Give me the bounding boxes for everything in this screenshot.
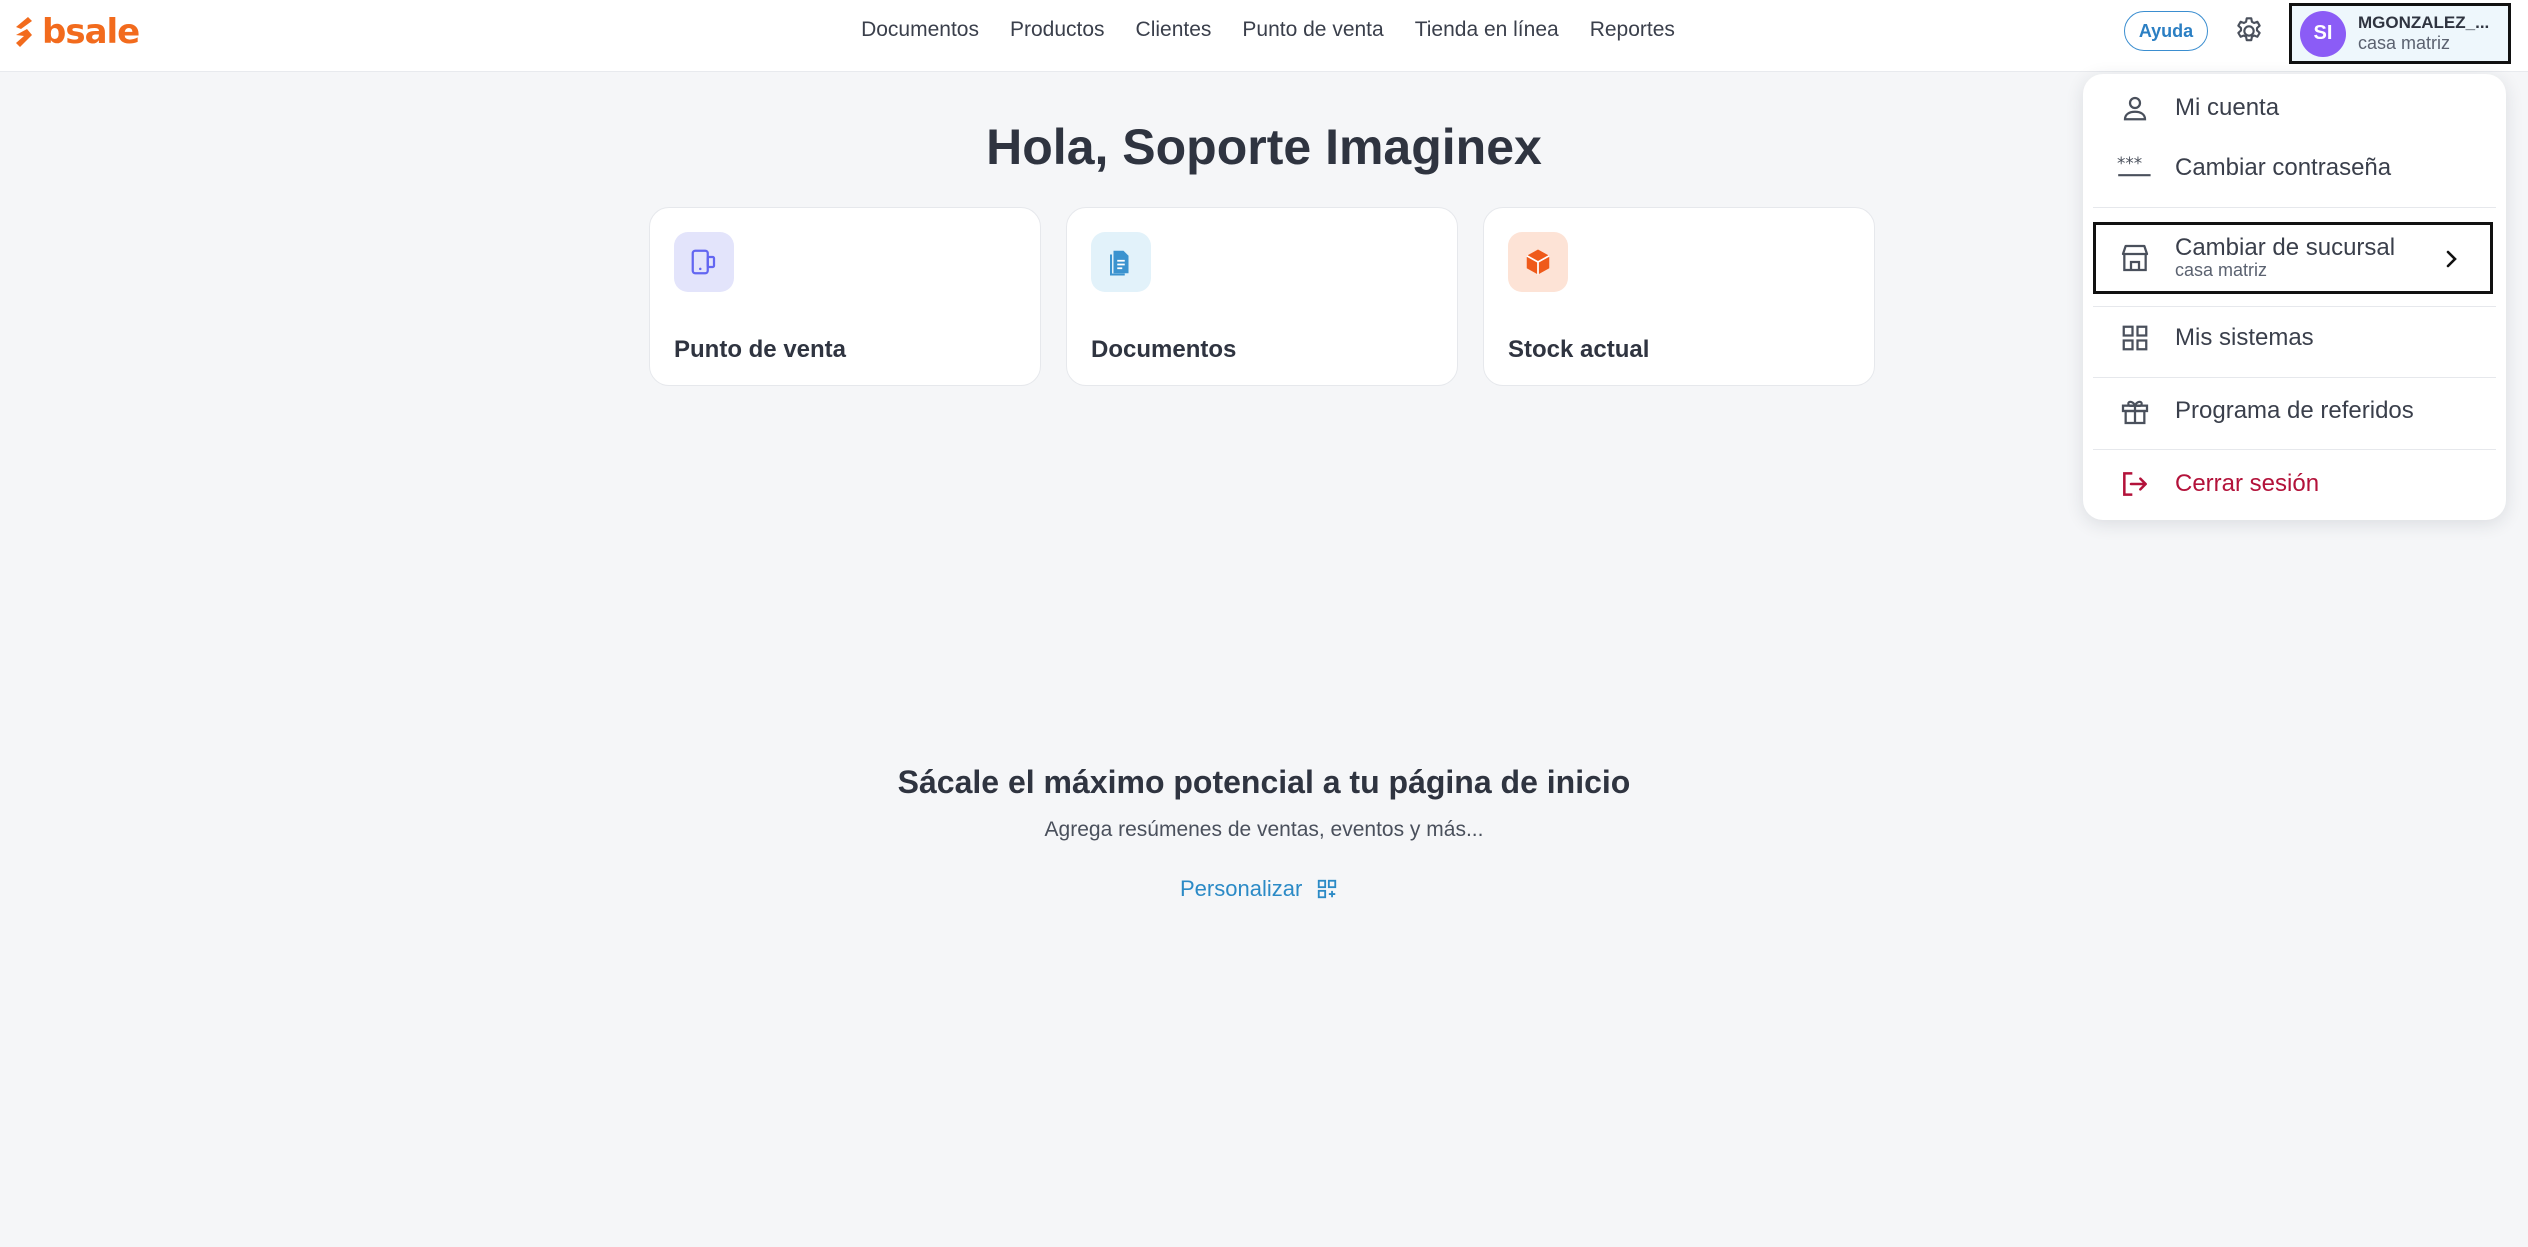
menu-item-programa-referidos[interactable]: Programa de referidos — [2093, 381, 2493, 441]
card-stock-actual[interactable]: Stock actual — [1483, 207, 1875, 386]
nav-reportes[interactable]: Reportes — [1590, 18, 1675, 42]
box-icon — [1508, 232, 1568, 292]
promo-title: Sácale el máximo potencial a tu página d… — [897, 764, 1631, 800]
card-title: Documentos — [1091, 336, 1237, 363]
bsale-logo[interactable]: bsale — [12, 12, 140, 52]
settings-button[interactable] — [2232, 14, 2266, 48]
card-documentos[interactable]: Documentos — [1066, 207, 1458, 386]
menu-label: Mi cuenta — [2175, 94, 2280, 121]
menu-label: Mis sistemas — [2175, 324, 2314, 351]
gift-icon — [2117, 393, 2153, 429]
menu-item-cambiar-sucursal[interactable]: Cambiar de sucursal casa matriz — [2093, 222, 2493, 294]
nav-documentos[interactable]: Documentos — [861, 18, 979, 42]
help-button[interactable]: Ayuda — [2124, 11, 2208, 51]
personalize-label: Personalizar — [1180, 876, 1303, 901]
gear-icon — [2237, 17, 2261, 42]
pos-device-icon — [674, 232, 734, 292]
logo-text: bsale — [42, 12, 140, 52]
logout-icon — [2117, 466, 2153, 502]
document-icon — [1091, 232, 1151, 292]
menu-label: Cambiar de sucursal — [2175, 233, 2396, 261]
promo-subtitle: Agrega resúmenes de ventas, eventos y má… — [1044, 818, 1484, 841]
menu-divider — [2093, 207, 2496, 208]
store-icon — [2117, 240, 2153, 276]
menu-item-cambiar-contrasena[interactable]: *** Cambiar contraseña — [2093, 138, 2493, 198]
svg-text:***: *** — [2117, 153, 2142, 173]
nav-productos[interactable]: Productos — [1010, 18, 1105, 42]
user-menu-button[interactable]: SI MGONZALEZ_... casa matriz — [2289, 3, 2511, 64]
menu-divider — [2093, 377, 2496, 378]
shortcut-cards: Punto de venta Documentos Stock actual — [649, 207, 1875, 386]
nav-tienda-en-linea[interactable]: Tienda en línea — [1415, 18, 1559, 42]
menu-label: Programa de referidos — [2175, 397, 2414, 424]
top-bar: bsale Documentos Productos Clientes Punt… — [0, 0, 2528, 72]
user-dropdown-menu: Mi cuenta *** Cambiar contraseña Cambiar… — [2083, 74, 2506, 520]
user-name: MGONZALEZ_... — [2358, 13, 2490, 33]
grid-icon — [2117, 320, 2153, 356]
menu-item-mis-sistemas[interactable]: Mis sistemas — [2093, 308, 2493, 368]
card-title: Punto de venta — [674, 336, 847, 363]
widgets-add-icon — [1318, 879, 1337, 899]
card-title: Stock actual — [1508, 336, 1650, 363]
menu-divider — [2093, 306, 2496, 307]
menu-item-cerrar-sesion[interactable]: Cerrar sesión — [2093, 454, 2493, 514]
menu-sublabel: casa matriz — [2175, 260, 2268, 281]
menu-item-mi-cuenta[interactable]: Mi cuenta — [2093, 78, 2493, 138]
avatar: SI — [2300, 10, 2346, 57]
menu-divider — [2093, 449, 2496, 450]
password-icon: *** — [2117, 150, 2153, 186]
nav-punto-de-venta[interactable]: Punto de venta — [1242, 18, 1383, 42]
card-punto-de-venta[interactable]: Punto de venta — [649, 207, 1041, 386]
user-branch: casa matriz — [2358, 32, 2451, 53]
user-icon — [2117, 90, 2153, 126]
bsale-logo-mark-icon — [16, 17, 32, 47]
menu-label: Cerrar sesión — [2175, 470, 2320, 497]
menu-label: Cambiar contraseña — [2175, 154, 2392, 181]
chevron-right-icon — [2446, 250, 2457, 268]
personalize-link[interactable]: Personalizar — [1180, 873, 1338, 905]
nav-clientes[interactable]: Clientes — [1136, 18, 1212, 42]
